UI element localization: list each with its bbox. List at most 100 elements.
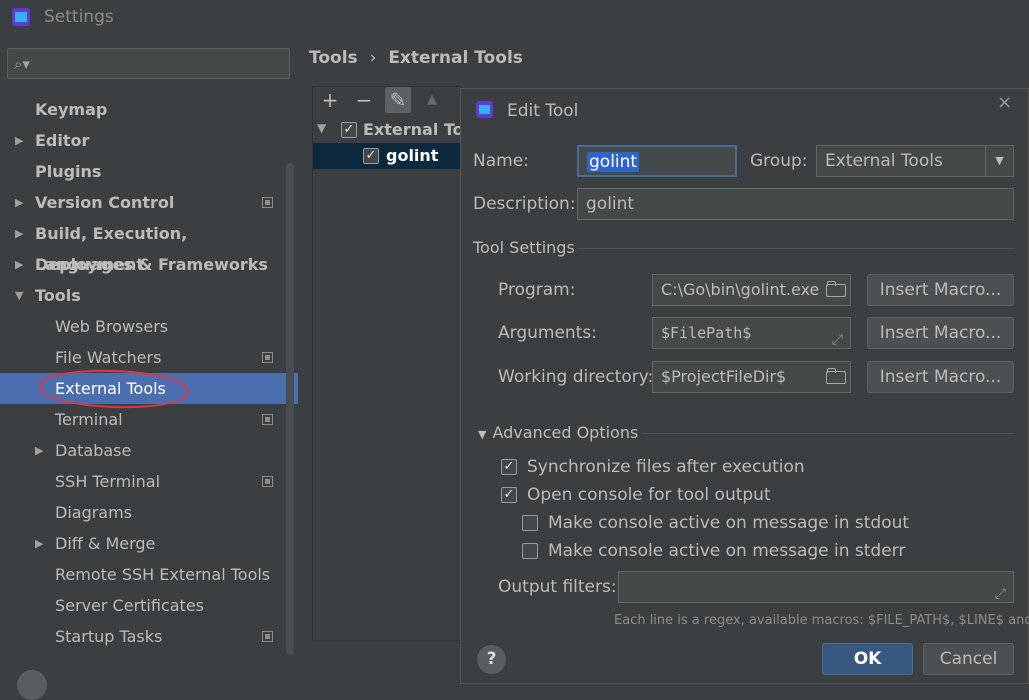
advanced-options-divider (643, 433, 1014, 434)
collapse-arrow-icon[interactable]: ▼ (478, 428, 486, 441)
expand-icon[interactable]: ⤢ (995, 579, 1006, 609)
group-combobox[interactable]: External Tools ▼ (816, 145, 1014, 177)
sidebar-item[interactable]: SSH Terminal (0, 466, 298, 497)
edit-tool-button[interactable]: ✎ (385, 87, 411, 113)
project-scope-icon (262, 476, 273, 487)
sidebar-item-label: Languages & Frameworks (35, 255, 268, 274)
window-title: Settings (44, 7, 114, 27)
breadcrumb-parent[interactable]: Tools (309, 48, 358, 68)
search-icon[interactable]: ⌕▾ (14, 55, 30, 73)
sidebar-item[interactable]: Web Browsers (0, 311, 298, 342)
folder-icon[interactable] (826, 368, 846, 384)
ok-button[interactable]: OK (822, 643, 913, 675)
breadcrumb: Tools › External Tools (309, 48, 523, 68)
project-scope-icon (262, 197, 273, 208)
advanced-options-label: Advanced Options (492, 423, 639, 442)
sidebar-scrollbar[interactable] (286, 163, 294, 655)
expand-arrow-icon[interactable]: ▶ (35, 528, 43, 559)
program-insert-macro-button[interactable]: Insert Macro... (867, 274, 1014, 306)
name-field[interactable]: golint (577, 145, 737, 177)
sidebar-item-label: Plugins (35, 162, 102, 181)
tool-settings-divider (578, 248, 1014, 249)
console-stderr-label: Make console active on message in stderr (548, 541, 906, 561)
expand-icon[interactable]: ⤢ (832, 325, 843, 355)
sidebar-item[interactable]: ▶ Version Control (0, 187, 298, 218)
sidebar-item-label: Editor (35, 131, 90, 150)
collapse-arrow-icon[interactable]: ▼ (317, 121, 326, 135)
sidebar-item[interactable]: ▶ Editor (0, 125, 298, 156)
description-field[interactable]: golint (577, 188, 1014, 220)
sidebar-item[interactable]: ▶ Build, Execution, Deployment (0, 218, 298, 274)
tool-settings-heading: Tool Settings (473, 238, 575, 257)
working-directory-label: Working directory: (498, 367, 654, 387)
description-label: Description: (473, 194, 576, 214)
name-selected-text: golint (587, 152, 640, 172)
sidebar-item[interactable]: ▶ Diff & Merge (0, 528, 298, 559)
move-up-button[interactable]: ▲ (419, 87, 445, 113)
sidebar-item[interactable]: Terminal (0, 404, 298, 435)
group-value: External Tools (825, 151, 943, 171)
collapse-arrow-icon[interactable]: ▼ (15, 280, 23, 311)
workdir-insert-macro-button[interactable]: Insert Macro... (867, 361, 1014, 393)
sidebar-item-label: Version Control (35, 193, 175, 212)
sidebar-item-label: Startup Tasks (55, 627, 163, 646)
expand-arrow-icon[interactable]: ▶ (15, 125, 23, 156)
breadcrumb-current: External Tools (388, 48, 523, 68)
sidebar-item[interactable]: Diagrams (0, 497, 298, 528)
project-scope-icon (262, 631, 273, 642)
open-console-checkbox[interactable]: ✓ (501, 487, 517, 503)
output-filters-hint: Each line is a regex, available macros: … (614, 613, 1029, 628)
program-field[interactable]: C:\Go\bin\golint.exe (652, 274, 851, 306)
sidebar-item[interactable]: ▶ Database (0, 435, 298, 466)
arguments-field[interactable]: $FilePath$ ⤢ (652, 317, 851, 349)
advanced-options-toggle[interactable]: ▼ Advanced Options (478, 423, 638, 442)
sync-files-checkbox[interactable]: ✓ (501, 459, 517, 475)
expand-arrow-icon[interactable]: ▶ (35, 435, 43, 466)
sidebar-item-label: Diff & Merge (55, 534, 156, 553)
console-stdout-checkbox[interactable] (522, 515, 538, 531)
settings-search-input[interactable] (7, 48, 290, 79)
sidebar-item[interactable]: ▶ Languages & Frameworks (0, 249, 298, 280)
goland-logo-icon (12, 8, 30, 26)
close-icon[interactable]: × (997, 92, 1012, 113)
golint-checkbox[interactable]: ✓ (363, 148, 379, 164)
open-console-label: Open console for tool output (527, 485, 771, 505)
add-tool-button[interactable]: + (317, 87, 343, 113)
console-stdout-label: Make console active on message in stdout (548, 513, 910, 533)
sidebar-item[interactable]: Plugins (0, 156, 298, 187)
working-directory-field[interactable]: $ProjectFileDir$ (652, 361, 851, 393)
breadcrumb-separator: › (369, 48, 377, 68)
group-label: Group: (750, 151, 808, 171)
expand-arrow-icon[interactable]: ▶ (15, 249, 23, 280)
tree-item-label: golint (386, 146, 439, 165)
group-checkbox[interactable]: ✓ (341, 122, 357, 138)
output-filters-field[interactable]: ⤢ (618, 571, 1014, 603)
expand-arrow-icon[interactable]: ▶ (15, 187, 23, 218)
sidebar-item[interactable]: Server Certificates (0, 590, 298, 621)
console-stderr-checkbox[interactable] (522, 543, 538, 559)
sidebar-item-label: Terminal (55, 410, 123, 429)
expand-arrow-icon[interactable]: ▶ (15, 218, 23, 249)
sidebar-item[interactable]: File Watchers (0, 342, 298, 373)
sidebar-item[interactable]: Remote SSH External Tools (0, 559, 298, 590)
chevron-down-icon[interactable]: ▼ (985, 146, 1013, 176)
title-bar (0, 0, 1029, 36)
sidebar-item-label: Server Certificates (55, 596, 204, 615)
sidebar-item[interactable]: ▼ Tools (0, 280, 298, 311)
arguments-label: Arguments: (498, 323, 597, 343)
folder-icon[interactable] (826, 281, 846, 297)
help-button[interactable]: ? (477, 645, 506, 674)
settings-help-icon[interactable] (17, 670, 47, 700)
sync-files-label: Synchronize files after execution (527, 457, 805, 477)
cancel-button[interactable]: Cancel (923, 643, 1014, 675)
tree-group-external-tools[interactable]: ▼ ✓ External Tools (313, 118, 490, 142)
arguments-insert-macro-button[interactable]: Insert Macro... (867, 317, 1014, 349)
sidebar-item-label: File Watchers (55, 348, 162, 367)
remove-tool-button[interactable]: − (351, 87, 377, 113)
sidebar-item[interactable]: Keymap (0, 94, 298, 125)
sidebar-item[interactable]: Startup Tasks (0, 621, 298, 652)
sidebar-item-label: Tools (35, 286, 81, 305)
working-directory-value: $ProjectFileDir$ (661, 367, 787, 386)
tree-item-golint[interactable]: ✓ golint (313, 143, 461, 169)
sidebar-item-label: SSH Terminal (55, 472, 161, 491)
